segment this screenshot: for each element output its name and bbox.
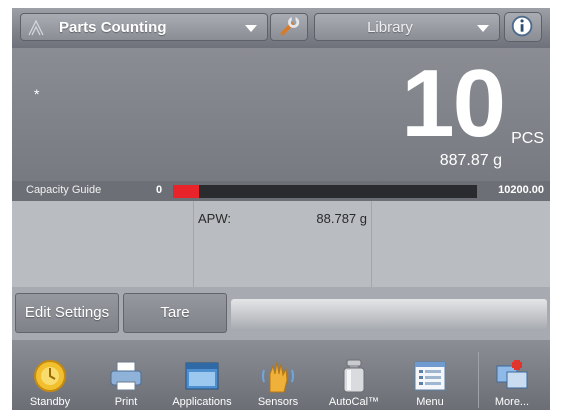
application-name: Parts Counting [59,19,167,36]
weight-display: * 10 PCS 887.87 g [12,48,550,181]
capacity-guide-label: Capacity Guide [26,184,102,196]
settings-button[interactable] [270,13,308,41]
capacity-max: 10200.00 [498,184,544,196]
chevron-down-icon [477,25,489,32]
nav-label: Standby [29,396,71,408]
apw-value: 88.787 g [316,211,367,226]
nav-label: More... [494,396,530,408]
action-bar-filler [231,299,547,329]
header-bar: Parts Counting Library [12,8,550,48]
printer-icon [110,361,142,391]
nav-standby[interactable]: Standby [12,340,88,410]
unit-label: PCS [511,130,544,147]
capacity-guide: Capacity Guide 0 10200.00 [12,181,550,201]
edit-settings-button[interactable]: Edit Settings [15,293,119,333]
capacity-fill [173,185,200,198]
reference-info-panel: APW: 88.787 g [12,201,550,287]
nav-more[interactable]: More... [474,340,550,410]
nav-applications[interactable]: Applications [164,340,240,410]
chevron-down-icon [245,25,257,32]
standby-icon [34,360,66,392]
nav-sensors[interactable]: Sensors [240,340,316,410]
nav-autocal[interactable]: AutoCal™ [316,340,392,410]
applications-icon [185,362,219,390]
menu-list-icon [414,361,446,391]
info-cell-apw: APW: 88.787 g [194,201,372,287]
info-cell-left [12,201,194,287]
apw-label: APW: [198,211,231,226]
nav-menu[interactable]: Menu [392,340,468,410]
nav-label: Sensors [257,396,299,408]
weight-icon [343,359,365,393]
application-icon [28,19,44,36]
nav-label: Menu [416,396,444,408]
more-icon [496,360,528,389]
capacity-bar [173,185,477,198]
sensor-hand-icon [262,361,294,393]
capacity-min: 0 [156,184,163,196]
wrench-icon [280,16,300,36]
count-readout: 10 [401,50,506,157]
library-dropdown[interactable]: Library [314,13,500,41]
info-button[interactable] [504,12,542,42]
tare-button[interactable]: Tare [123,293,227,333]
stable-indicator: * [34,86,40,102]
balance-screen: Parts Counting Library * 10 PCS 887.87 g… [12,8,550,410]
info-icon [511,15,533,37]
nav-label: Print [114,396,138,408]
nav-label: AutoCal™ [328,396,380,408]
secondary-weight: 887.87 g [439,152,502,169]
info-cell-right [372,201,550,287]
application-dropdown[interactable]: Parts Counting [20,13,268,41]
nav-label: Applications [172,396,232,408]
nav-print[interactable]: Print [88,340,164,410]
library-label: Library [367,19,413,36]
action-bar: Edit Settings Tare [12,287,550,340]
bottom-nav: Standby Print Applications Sensors AutoC… [12,340,550,410]
